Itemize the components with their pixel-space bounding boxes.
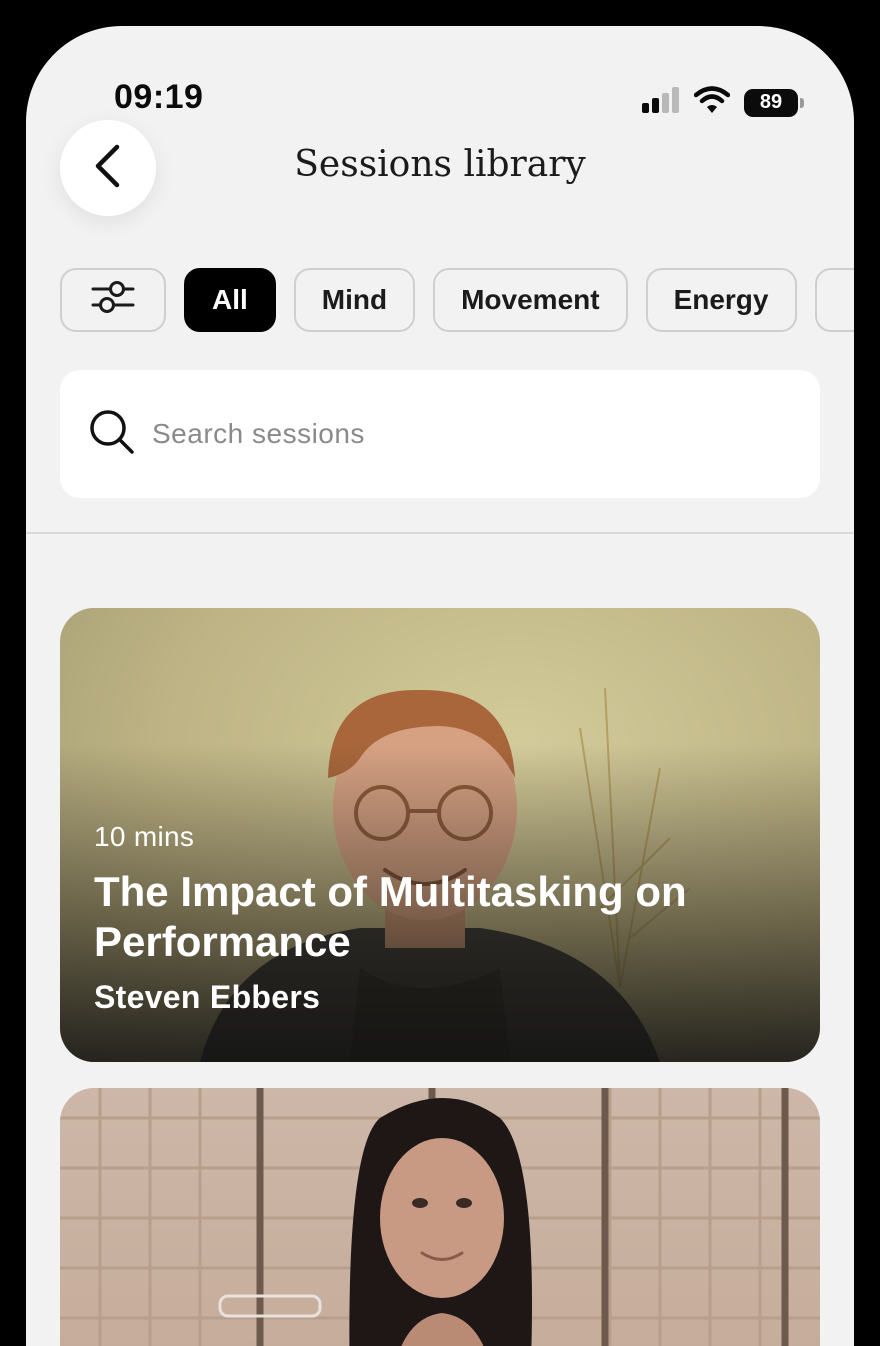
search-icon: [88, 408, 136, 461]
session-duration: 10 mins: [94, 821, 195, 852]
page-title: Sessions library: [294, 144, 586, 185]
chip-all[interactable]: All: [184, 268, 276, 332]
session-thumbnail: [60, 1088, 820, 1346]
battery-icon: 89: [744, 88, 804, 117]
session-card[interactable]: 10 mins The Impact of Multitasking on Pe…: [60, 608, 820, 1062]
card-text: 10 mins The Impact of Multitasking on Pe…: [94, 821, 780, 1016]
search-input[interactable]: [150, 417, 754, 451]
session-card[interactable]: [60, 1088, 820, 1346]
status-icons: 89: [642, 86, 804, 119]
search-bar: [60, 370, 820, 498]
chip-more[interactable]: [814, 268, 854, 332]
divider: [26, 532, 854, 534]
filter-chips: All Mind Movement Energy: [60, 268, 854, 332]
wifi-icon: [693, 86, 731, 119]
session-title: The Impact of Multitasking on Performanc…: [94, 868, 687, 965]
session-author: Steven Ebbers: [94, 979, 321, 1015]
filter-settings-button[interactable]: [60, 268, 166, 332]
app-screen: 09:19 89 Sessions library All Mind Movem…: [26, 26, 854, 1346]
signal-icon: [642, 87, 680, 118]
chip-mind[interactable]: Mind: [293, 268, 416, 332]
chip-energy[interactable]: Energy: [645, 268, 797, 332]
status-time: 09:19: [114, 78, 204, 116]
chip-movement[interactable]: Movement: [433, 268, 628, 332]
sliders-icon: [91, 277, 135, 324]
